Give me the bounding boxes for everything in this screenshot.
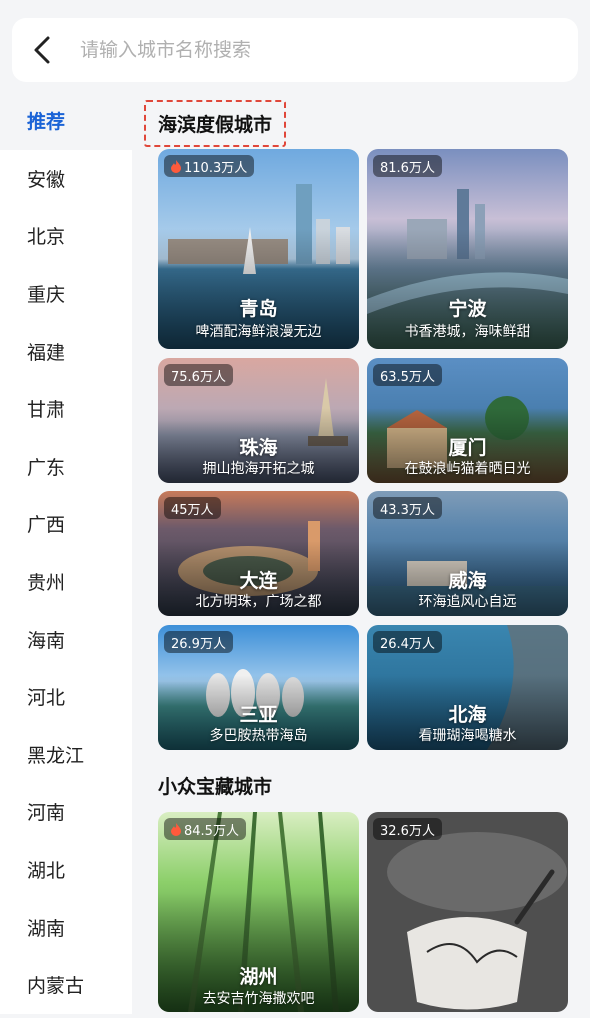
sidebar-item-label: 河南	[27, 802, 66, 825]
search-bar	[12, 18, 578, 82]
sidebar-item-heilongjiang[interactable]: 黑龙江	[0, 725, 132, 784]
city-name: 威海	[448, 570, 487, 592]
city-slogan: 在鼓浪屿猫着晒日光	[404, 461, 531, 477]
city-card-xiamen[interactable]: 63.5万人 厦门 在鼓浪屿猫着晒日光	[367, 358, 568, 483]
fire-icon	[171, 159, 181, 173]
sidebar-item-label: 内蒙古	[27, 975, 85, 998]
visitor-count-badge: 43.3万人	[373, 497, 442, 519]
city-slogan: 啤酒配海鲜浪漫无边	[195, 324, 322, 340]
sidebar-item-label: 重庆	[27, 284, 66, 307]
visitor-count-badge: 75.6万人	[164, 364, 233, 386]
city-name: 宁波	[448, 298, 487, 320]
visitor-count: 26.4万人	[380, 636, 435, 652]
sidebar-item-label: 甘肃	[27, 399, 66, 422]
visitor-count-badge: 110.3万人	[164, 155, 255, 177]
city-list-panel: 海滨度假城市 110.3万人 青岛 啤酒配海鲜浪漫无边 81.6万人 宁波 书香…	[132, 92, 590, 1018]
visitor-count-badge: 45万人	[164, 497, 221, 519]
visitor-count-badge: 32.6万人	[373, 818, 442, 840]
visitor-count: 32.6万人	[380, 823, 435, 839]
province-sidebar: 推荐 安徽 北京 重庆 福建 甘肃 广东 广西 贵州 海南 河北 黑龙江 河南 …	[0, 92, 132, 1018]
sidebar-item-fujian[interactable]: 福建	[0, 322, 132, 380]
sidebar-item-label: 贵州	[27, 572, 66, 595]
section-title-seaside: 海滨度假城市	[144, 100, 287, 147]
visitor-count: 43.3万人	[380, 502, 435, 518]
sidebar-item-label: 推荐	[27, 111, 66, 134]
sidebar-item-beijing[interactable]: 北京	[0, 207, 132, 265]
sidebar-item-hebei[interactable]: 河北	[0, 667, 132, 726]
sidebar-item-hainan[interactable]: 海南	[0, 610, 132, 668]
city-card-weihai[interactable]: 43.3万人 威海 环海追风心自远	[367, 491, 568, 616]
visitor-count: 45万人	[171, 502, 214, 518]
back-arrow-icon[interactable]	[16, 18, 68, 82]
city-slogan: 环海追风心自远	[418, 594, 517, 610]
city-photo	[367, 812, 568, 1012]
visitor-count-badge: 84.5万人	[164, 818, 246, 840]
sidebar-item-recommend[interactable]: 推荐	[0, 92, 132, 150]
city-name: 北海	[448, 704, 487, 726]
visitor-count: 110.3万人	[184, 160, 248, 176]
visitor-count-badge: 26.4万人	[373, 631, 442, 653]
sidebar-item-label: 湖南	[27, 917, 66, 940]
sidebar-item-label: 安徽	[27, 168, 66, 191]
sidebar-item-neimenggu[interactable]: 内蒙古	[0, 955, 132, 1014]
city-slogan: 书香港城，海味鲜甜	[404, 324, 531, 340]
city-slogan: 看珊瑚海喝糖水	[418, 728, 517, 744]
sidebar-item-anhui[interactable]: 安徽	[0, 149, 132, 208]
sidebar-item-label: 黑龙江	[27, 744, 85, 767]
city-name: 湖州	[239, 966, 278, 988]
city-name: 大连	[239, 570, 278, 592]
sidebar-item-hunan[interactable]: 湖南	[0, 898, 132, 956]
sidebar-item-gansu[interactable]: 甘肃	[0, 379, 132, 438]
visitor-count: 26.9万人	[171, 636, 226, 652]
sidebar-item-guangxi[interactable]: 广西	[0, 495, 132, 553]
city-slogan: 北方明珠，广场之都	[195, 594, 322, 610]
fire-icon	[171, 822, 181, 836]
city-name: 青岛	[239, 298, 278, 320]
city-card-qingdao[interactable]: 110.3万人 青岛 啤酒配海鲜浪漫无边	[158, 149, 359, 349]
sidebar-item-hubei[interactable]: 湖北	[0, 840, 132, 899]
sidebar-item-label: 广西	[27, 514, 66, 537]
section-title-hidden-gems: 小众宝藏城市	[158, 776, 273, 798]
visitor-count: 81.6万人	[380, 160, 435, 176]
sidebar-item-guizhou[interactable]: 贵州	[0, 552, 132, 611]
sidebar-item-label: 北京	[27, 226, 66, 249]
visitor-count-badge: 26.9万人	[164, 631, 233, 653]
city-slogan: 去安吉竹海撒欢吧	[202, 991, 315, 1007]
city-name: 三亚	[239, 704, 278, 726]
city-slogan: 拥山抱海开拓之城	[202, 461, 315, 477]
city-card-pottery[interactable]: 32.6万人	[367, 812, 568, 1012]
city-card-beihai[interactable]: 26.4万人 北海 看珊瑚海喝糖水	[367, 625, 568, 750]
sidebar-item-label: 广东	[27, 456, 66, 479]
city-search-input[interactable]	[80, 30, 578, 70]
sidebar-item-label: 河北	[27, 687, 66, 710]
city-card-ningbo[interactable]: 81.6万人 宁波 书香港城，海味鲜甜	[367, 149, 568, 349]
visitor-count-badge: 81.6万人	[373, 155, 442, 177]
sidebar-item-label: 海南	[27, 629, 66, 652]
sidebar-item-label: 湖北	[27, 860, 66, 883]
visitor-count: 63.5万人	[380, 369, 435, 385]
sidebar-item-label: 福建	[27, 341, 66, 364]
city-card-dalian[interactable]: 45万人 大连 北方明珠，广场之都	[158, 491, 359, 616]
sidebar-item-guangdong[interactable]: 广东	[0, 437, 132, 496]
city-card-huzhou[interactable]: 84.5万人 湖州 去安吉竹海撒欢吧	[158, 812, 359, 1012]
visitor-count: 75.6万人	[171, 369, 226, 385]
sidebar-item-henan[interactable]: 河南	[0, 783, 132, 841]
city-card-zhuhai[interactable]: 75.6万人 珠海 拥山抱海开拓之城	[158, 358, 359, 483]
city-card-sanya[interactable]: 26.9万人 三亚 多巴胺热带海岛	[158, 625, 359, 750]
city-slogan: 多巴胺热带海岛	[209, 728, 308, 744]
city-name: 珠海	[239, 437, 278, 459]
sidebar-item-chongqing[interactable]: 重庆	[0, 264, 132, 323]
visitor-count: 84.5万人	[184, 823, 239, 839]
city-name: 厦门	[448, 437, 487, 459]
visitor-count-badge: 63.5万人	[373, 364, 442, 386]
